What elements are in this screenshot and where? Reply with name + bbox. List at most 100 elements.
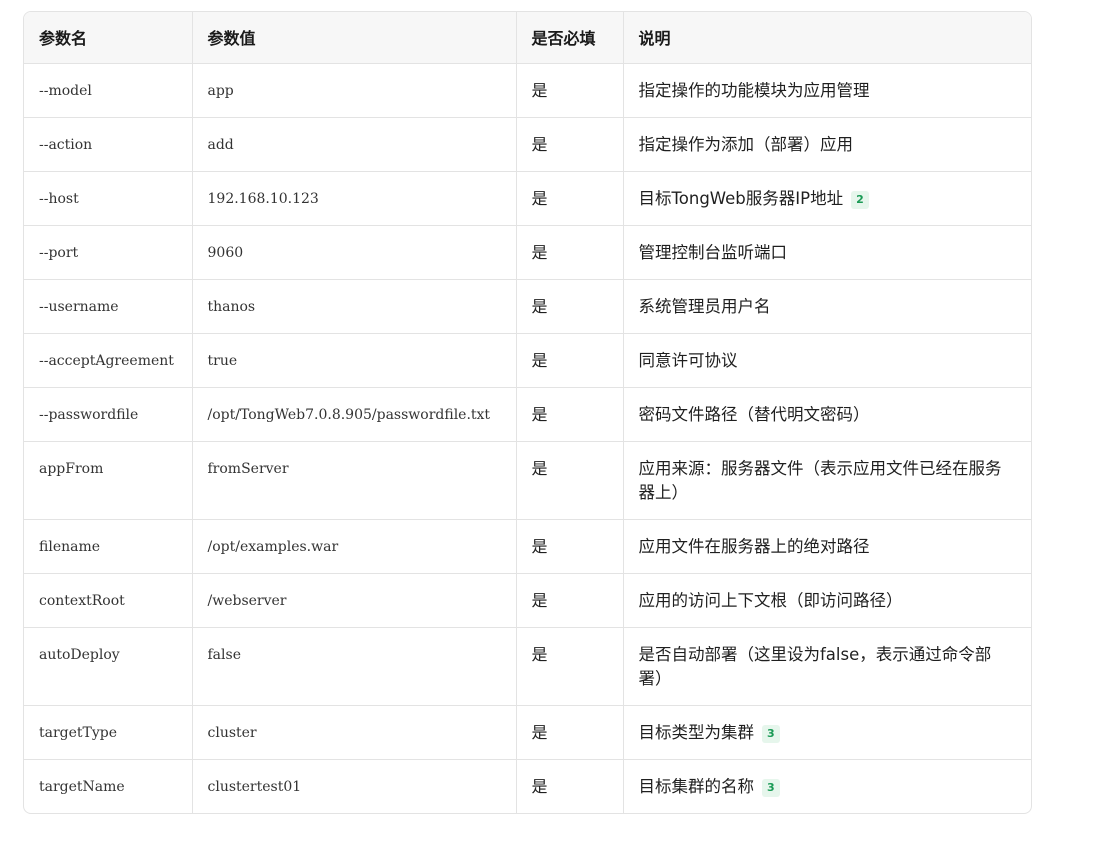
- header-param-name: 参数名: [24, 12, 193, 64]
- cell-required: 是: [516, 441, 624, 520]
- cell-param-name-text: targetName: [39, 778, 125, 795]
- cell-description: 目标类型为集群 3: [623, 705, 1031, 760]
- cell-required: 是: [516, 627, 624, 706]
- cell-param-name: --passwordfile: [24, 387, 193, 442]
- cell-param-value-text: false: [207, 646, 241, 663]
- cell-param-value: fromServer: [192, 441, 517, 520]
- cell-param-value: cluster: [192, 705, 517, 760]
- header-description: 说明: [623, 12, 1031, 64]
- cell-required-text: 是: [531, 644, 548, 664]
- cell-param-name-text: filename: [39, 538, 101, 555]
- cell-param-name: --acceptAgreement: [24, 333, 193, 388]
- cell-param-value-text: /opt/examples.war: [207, 538, 339, 555]
- table-row: --action add 是 指定操作为添加（部署）应用: [24, 117, 1031, 172]
- cell-param-name-text: --passwordfile: [39, 406, 139, 423]
- cell-param-name: autoDeploy: [24, 627, 193, 706]
- cell-param-name: targetType: [24, 705, 193, 760]
- cell-param-value: thanos: [192, 279, 517, 334]
- cell-required: 是: [516, 519, 624, 574]
- cell-param-value-text: 9060: [207, 244, 244, 261]
- cell-required-text: 是: [531, 776, 548, 796]
- cell-param-name-text: targetType: [39, 724, 118, 741]
- table-row: --passwordfile/opt/TongWeb7.0.8.905/pass…: [24, 387, 1031, 442]
- table-row: --host 192.168.10.123 是 目标TongWeb服务器IP地址 2: [24, 171, 1031, 226]
- cell-description: 管理控制台监听端口: [623, 225, 1031, 280]
- table-row: --model app 是 指定操作的功能模块为应用管理: [24, 63, 1031, 118]
- cell-required-text: 是: [531, 296, 548, 316]
- cell-required: 是: [516, 279, 624, 334]
- table-row: contextRoot/webserver 是 应用的访问上下文根（即访问路径）: [24, 573, 1031, 628]
- citation-badge[interactable]: 3: [762, 724, 780, 743]
- cell-description: 系统管理员用户名: [623, 279, 1031, 334]
- cell-param-name-text: --model: [39, 82, 92, 99]
- cell-description-text: 同意许可协议: [638, 350, 738, 370]
- cell-description: 目标集群的名称 3: [623, 759, 1031, 813]
- cell-description-text: 指定操作为添加（部署）应用: [638, 134, 854, 154]
- cell-param-value: clustertest01: [192, 759, 517, 813]
- cell-param-name: --host: [24, 171, 193, 226]
- cell-description-text: 应用来源：服务器文件（表示应用文件已经在服务器上）: [638, 458, 1002, 502]
- cell-required-text: 是: [531, 458, 548, 478]
- cell-param-value-text: fromServer: [207, 460, 289, 477]
- cell-required-text: 是: [531, 188, 548, 208]
- cell-required-text: 是: [531, 404, 548, 424]
- cell-param-value-text: /webserver: [207, 592, 287, 609]
- cell-param-value-text: clustertest01: [207, 778, 302, 795]
- table-row: autoDeploy false 是 是否自动部署（这里设为false，表示通过命令部…: [24, 627, 1031, 706]
- cell-param-value: 9060: [192, 225, 517, 280]
- cell-required-text: 是: [531, 134, 548, 154]
- cell-param-name-text: --host: [39, 190, 79, 207]
- cell-description-text: 系统管理员用户名: [638, 296, 771, 316]
- citation-badge[interactable]: 2: [851, 190, 869, 209]
- cell-param-name: --username: [24, 279, 193, 334]
- table-row: targetType cluster 是 目标类型为集群 3: [24, 705, 1031, 760]
- cell-param-value: /opt/TongWeb7.0.8.905/passwordfile.txt: [192, 387, 517, 442]
- header-param-value: 参数值: [192, 12, 517, 64]
- cell-required: 是: [516, 387, 624, 442]
- parameter-table: 参数名 参数值 是否必填 说明 --model app 是 指定操作的功能模块为应用管…: [23, 11, 1032, 814]
- cell-required: 是: [516, 705, 624, 760]
- cell-required-text: 是: [531, 242, 548, 262]
- cell-param-value: app: [192, 63, 517, 118]
- table-row: appFrom fromServer 是 应用来源：服务器文件（表示应用文件已经在服务…: [24, 441, 1031, 520]
- cell-required-text: 是: [531, 80, 548, 100]
- cell-description: 应用文件在服务器上的绝对路径: [623, 519, 1031, 574]
- cell-param-value-text: add: [207, 136, 234, 153]
- cell-param-value: add: [192, 117, 517, 172]
- cell-description: 是否自动部署（这里设为false，表示通过命令部署）: [623, 627, 1031, 706]
- cell-description: 指定操作为添加（部署）应用: [623, 117, 1031, 172]
- cell-param-value-text: cluster: [207, 724, 257, 741]
- cell-param-value-text: app: [207, 82, 234, 99]
- cell-required: 是: [516, 573, 624, 628]
- cell-param-name: appFrom: [24, 441, 193, 520]
- cell-description-text: 目标类型为集群: [638, 722, 755, 742]
- cell-param-name: --model: [24, 63, 193, 118]
- cell-required-text: 是: [531, 590, 548, 610]
- cell-param-value: /opt/examples.war: [192, 519, 517, 574]
- cell-param-name-text: --username: [39, 298, 119, 315]
- cell-required: 是: [516, 171, 624, 226]
- cell-required: 是: [516, 333, 624, 388]
- cell-param-name-text: contextRoot: [39, 592, 125, 609]
- cell-description-text: 指定操作的功能模块为应用管理: [638, 80, 870, 100]
- cell-required: 是: [516, 117, 624, 172]
- cell-param-name: --port: [24, 225, 193, 280]
- cell-param-value: false: [192, 627, 517, 706]
- cell-param-value: true: [192, 333, 517, 388]
- cell-description: 同意许可协议: [623, 333, 1031, 388]
- cell-description-text: 目标集群的名称: [638, 776, 755, 796]
- table-row: targetName clustertest01 是 目标集群的名称 3: [24, 759, 1031, 813]
- cell-param-value-text: thanos: [207, 298, 256, 315]
- cell-param-value-text: /opt/TongWeb7.0.8.905/passwordfile.txt: [207, 406, 491, 423]
- table-row: --acceptAgreement true 是 同意许可协议: [24, 333, 1031, 388]
- cell-required-text: 是: [531, 722, 548, 742]
- cell-param-name-text: --action: [39, 136, 93, 153]
- cell-param-name-text: autoDeploy: [39, 646, 120, 663]
- cell-description-text: 管理控制台监听端口: [638, 242, 788, 262]
- cell-required: 是: [516, 225, 624, 280]
- citation-badge[interactable]: 3: [762, 778, 780, 797]
- cell-param-name: contextRoot: [24, 573, 193, 628]
- cell-param-name-text: --port: [39, 244, 79, 261]
- table-header-row: 参数名 参数值 是否必填 说明: [24, 12, 1031, 64]
- cell-param-value: /webserver: [192, 573, 517, 628]
